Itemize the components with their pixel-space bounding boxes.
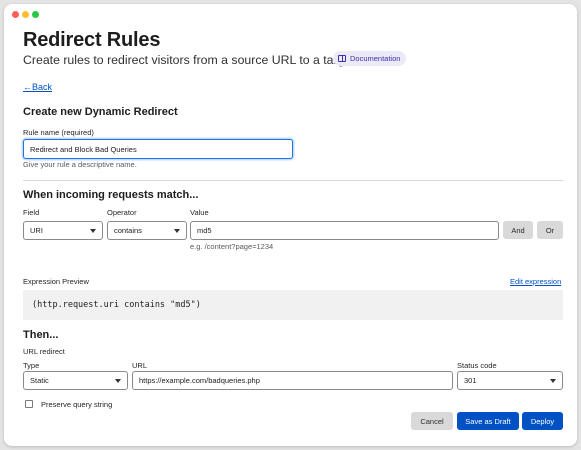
operator-select[interactable]: contains xyxy=(107,221,187,240)
status-code-label: Status code xyxy=(457,361,497,370)
field-value: URI xyxy=(30,226,43,235)
maximize-window-button[interactable] xyxy=(32,11,39,18)
url-input[interactable]: https://example.com/badqueries.php xyxy=(132,371,453,390)
app-window: Redirect Rules Create rules to redirect … xyxy=(4,4,577,446)
rule-name-input[interactable]: Redirect and Block Bad Queries xyxy=(23,139,293,159)
match-section-title: When incoming requests match... xyxy=(23,189,199,201)
back-label: Back xyxy=(32,82,53,92)
expression-preview-label: Expression Preview xyxy=(23,277,89,286)
preserve-query-checkbox[interactable] xyxy=(25,400,33,408)
arrow-left-icon: ← xyxy=(23,82,32,92)
expression-preview-code: (http.request.uri contains "md5") xyxy=(23,290,563,320)
url-redirect-label: URL redirect xyxy=(23,347,65,356)
documentation-label: Documentation xyxy=(350,54,401,63)
type-value: Static xyxy=(30,376,49,385)
chevron-down-icon xyxy=(90,228,96,233)
rule-name-value: Redirect and Block Bad Queries xyxy=(30,144,137,154)
book-icon xyxy=(338,55,346,62)
cancel-button[interactable]: Cancel xyxy=(411,412,453,430)
value-help: e.g. /content?page=1234 xyxy=(190,242,274,251)
operator-value: contains xyxy=(114,226,142,235)
chevron-down-icon xyxy=(550,378,556,383)
rule-name-help: Give your rule a descriptive name. xyxy=(23,160,137,169)
operator-label: Operator xyxy=(107,208,137,217)
close-window-button[interactable] xyxy=(12,11,19,18)
field-label: Field xyxy=(23,208,40,217)
chevron-down-icon xyxy=(174,228,180,233)
type-select[interactable]: Static xyxy=(23,371,128,390)
page-subtitle: Create rules to redirect visitors from a… xyxy=(23,53,387,67)
status-code-select[interactable]: 301 xyxy=(457,371,563,390)
value-text: md5 xyxy=(197,226,212,235)
create-section-title: Create new Dynamic Redirect xyxy=(23,106,178,118)
url-value: https://example.com/badqueries.php xyxy=(139,376,260,385)
and-button[interactable]: And xyxy=(503,221,533,239)
url-label: URL xyxy=(132,361,148,370)
deploy-button[interactable]: Deploy xyxy=(522,412,563,430)
value-label: Value xyxy=(190,208,209,217)
preserve-query-label: Preserve query string xyxy=(41,400,113,409)
edit-expression-link[interactable]: Edit expression xyxy=(510,277,561,286)
field-select[interactable]: URI xyxy=(23,221,103,240)
status-code-value: 301 xyxy=(464,376,477,385)
chevron-down-icon xyxy=(115,378,121,383)
rule-name-label: Rule name (required) xyxy=(23,128,94,137)
documentation-link[interactable]: Documentation xyxy=(333,51,407,66)
save-draft-button[interactable]: Save as Draft xyxy=(457,412,519,430)
title-bar xyxy=(4,4,577,24)
or-button[interactable]: Or xyxy=(537,221,563,239)
page-title: Redirect Rules xyxy=(23,29,161,51)
minimize-window-button[interactable] xyxy=(22,11,29,18)
then-section-title: Then... xyxy=(23,329,59,341)
type-label: Type xyxy=(23,361,40,370)
section-divider xyxy=(23,180,563,181)
value-input[interactable]: md5 xyxy=(190,221,499,240)
back-link[interactable]: ←Back xyxy=(23,82,52,92)
